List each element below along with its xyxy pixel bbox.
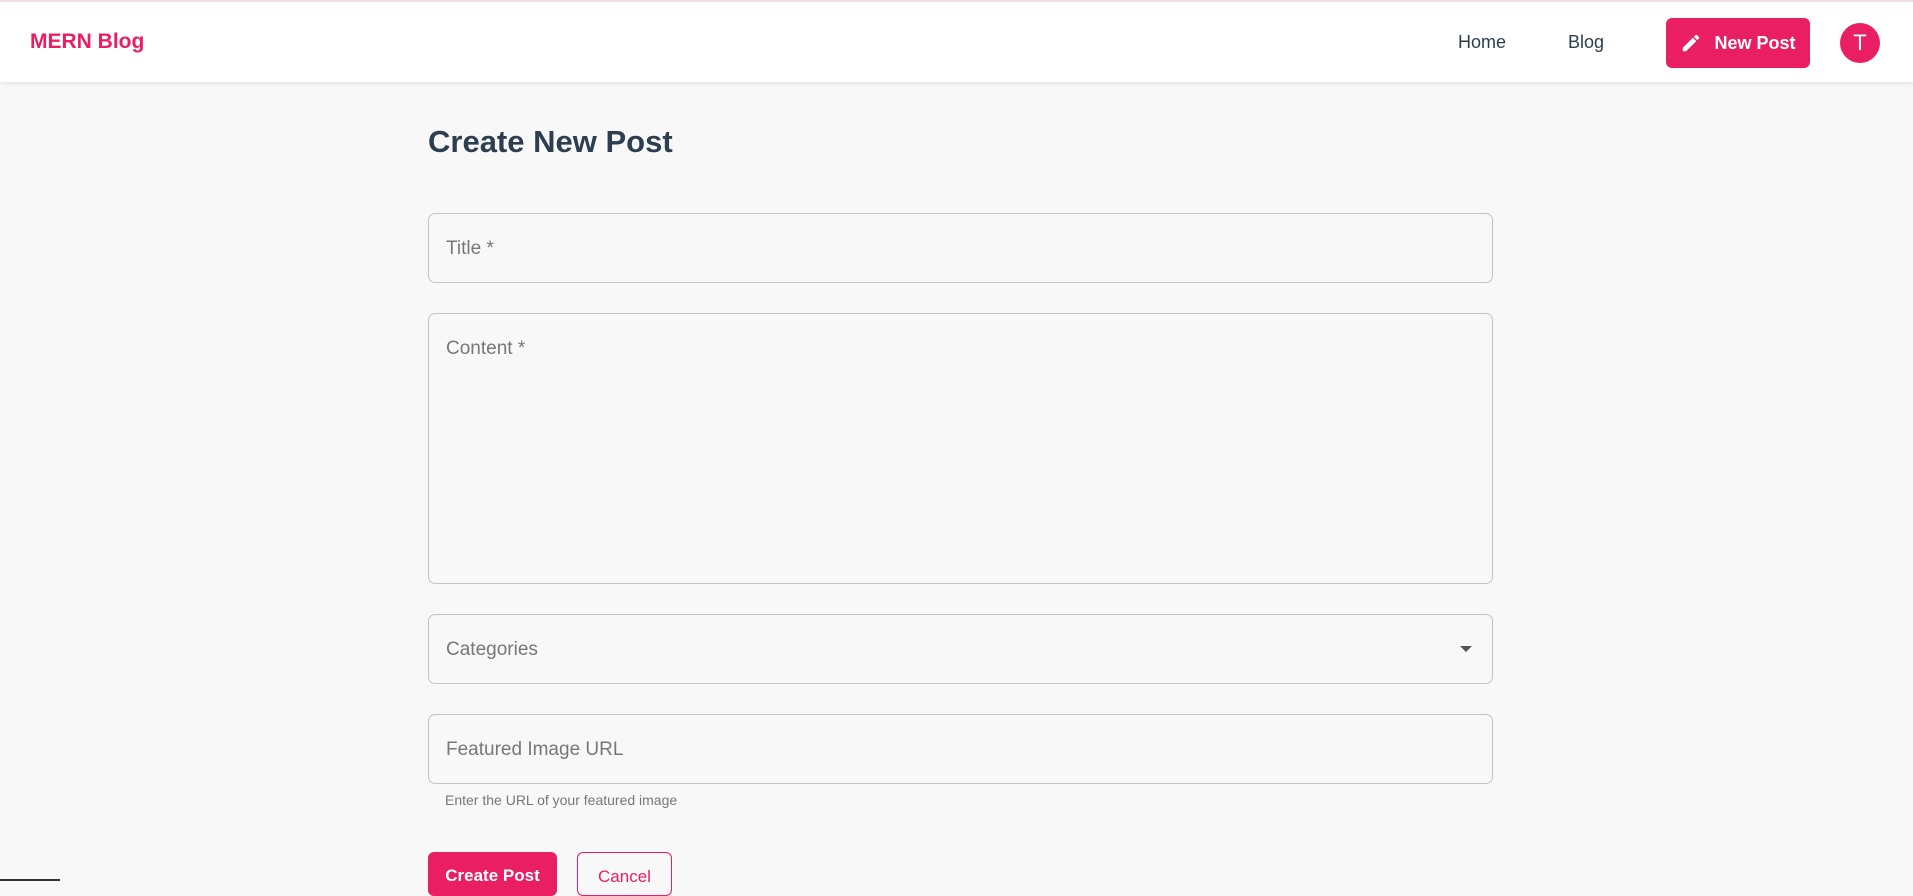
nav-home-link[interactable]: Home — [1458, 32, 1506, 53]
title-input[interactable]: Title * — [428, 213, 1493, 283]
new-post-button[interactable]: New Post — [1666, 18, 1810, 68]
content-textarea[interactable]: Content * — [428, 313, 1493, 584]
user-avatar[interactable]: T — [1840, 23, 1880, 63]
title-placeholder: Title * — [446, 238, 494, 259]
create-post-button[interactable]: Create Post — [428, 852, 557, 896]
page-title: Create New Post — [428, 124, 673, 159]
featured-image-placeholder: Featured Image URL — [446, 739, 624, 760]
content-placeholder: Content * — [446, 338, 526, 359]
pencil-icon — [1683, 34, 1700, 52]
categories-placeholder: Categories — [446, 639, 538, 660]
nav-blog-link[interactable]: Blog — [1568, 32, 1604, 53]
categories-select[interactable]: Categories — [428, 614, 1493, 684]
chevron-down-icon — [1460, 646, 1472, 652]
top-navbar: MERN Blog Home Blog New Post T — [0, 0, 1913, 82]
featured-image-helper-text: Enter the URL of your featured image — [445, 792, 678, 808]
new-post-label: New Post — [1714, 32, 1796, 53]
featured-image-url-input[interactable]: Featured Image URL — [428, 714, 1493, 784]
cancel-button[interactable]: Cancel — [577, 852, 672, 896]
brand-logo[interactable]: MERN Blog — [30, 30, 144, 54]
